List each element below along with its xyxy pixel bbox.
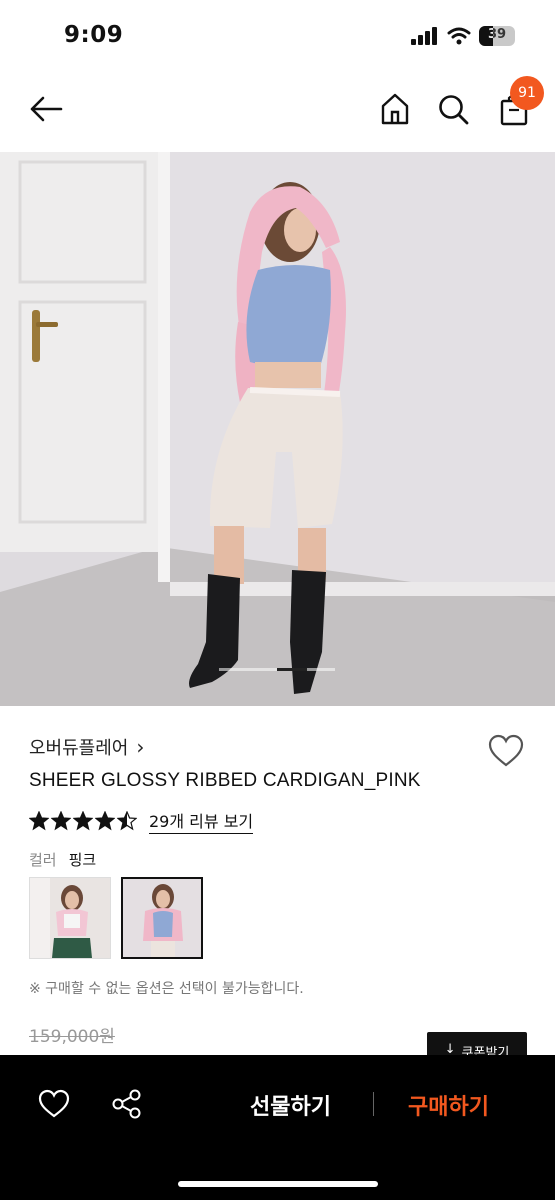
star-icon: [29, 811, 49, 831]
wifi-icon: [447, 27, 471, 45]
cart-count-badge: 91: [510, 76, 544, 110]
home-button[interactable]: [378, 92, 412, 126]
swatch-thumbnail: [123, 879, 201, 957]
back-button[interactable]: [28, 94, 64, 124]
top-nav: [0, 72, 555, 152]
home-icon: [381, 93, 409, 125]
star-icon: [117, 811, 137, 831]
home-indicator: [178, 1181, 378, 1187]
status-bar: 9:09 39: [0, 0, 555, 72]
color-swatch-2[interactable]: [121, 877, 203, 959]
product-title: SHEER GLOSSY RIBBED CARDIGAN_PINK: [29, 770, 421, 791]
color-label: 컬러: [29, 851, 57, 869]
heart-icon: [38, 1089, 70, 1118]
carousel-indicator-active: [277, 668, 307, 671]
search-button[interactable]: [436, 92, 470, 126]
battery-percent: 39: [487, 27, 507, 42]
product-image-carousel[interactable]: [0, 152, 555, 706]
wishlist-button[interactable]: [487, 734, 525, 772]
status-icons: 39: [411, 26, 515, 46]
color-option-row: 컬러 핑크: [29, 849, 96, 870]
review-link[interactable]: 29개 리뷰 보기: [149, 808, 254, 834]
original-price: 159,000원: [29, 1027, 115, 1047]
swatch-thumbnail: [30, 878, 110, 958]
search-icon: [439, 95, 469, 125]
product-photo: [0, 152, 555, 706]
star-icon: [95, 811, 115, 831]
star-icon: [51, 811, 71, 831]
color-swatches: [29, 877, 203, 959]
gift-button[interactable]: 선물하기: [250, 1089, 331, 1121]
rating-stars: [29, 811, 137, 831]
back-arrow-icon: [30, 96, 63, 122]
carousel-indicator: [219, 668, 335, 671]
chevron-right-icon: ›: [136, 735, 145, 759]
heart-icon: [488, 734, 524, 767]
share-icon: [112, 1089, 141, 1119]
color-swatch-1[interactable]: [29, 877, 111, 959]
option-notice: ※ 구매할 수 없는 옵션은 선택이 불가능합니다.: [29, 981, 304, 997]
star-icon: [73, 811, 93, 831]
share-button[interactable]: [112, 1089, 142, 1123]
status-time: 9:09: [64, 22, 124, 48]
battery-indicator: 39: [479, 26, 515, 46]
brand-name: 오버듀플레어: [29, 738, 129, 759]
bottom-action-bar: 선물하기 구매하기: [0, 1055, 555, 1200]
brand-link[interactable]: 오버듀플레어 ›: [29, 734, 144, 760]
bottom-wishlist-button[interactable]: [38, 1089, 70, 1123]
rating-row: 29개 리뷰 보기: [29, 808, 254, 834]
color-value: 핑크: [68, 851, 97, 869]
bottom-divider: [373, 1092, 374, 1116]
signal-icon: [411, 27, 437, 45]
buy-button[interactable]: 구매하기: [408, 1089, 489, 1121]
